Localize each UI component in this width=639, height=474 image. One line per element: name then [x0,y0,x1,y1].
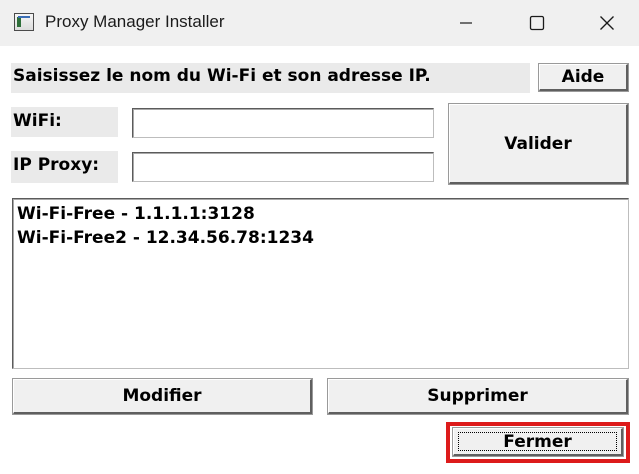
list-item[interactable]: Wi-Fi-Free - 1.1.1.1:3128 [17,202,624,226]
modifier-button[interactable]: Modifier [13,379,312,414]
minimize-button[interactable] [443,0,489,46]
aide-button[interactable]: Aide [539,64,628,91]
close-icon [600,16,614,30]
ip-proxy-label: IP Proxy: [11,151,118,183]
ip-proxy-input[interactable] [132,152,434,182]
fermer-button-label: Fermer [503,431,572,452]
wifi-label: WiFi: [11,107,118,137]
valider-button[interactable]: Valider [449,104,628,184]
maximize-icon [529,15,545,31]
fermer-button[interactable]: Fermer [453,428,623,456]
maximize-button[interactable] [514,0,560,46]
supprimer-button[interactable]: Supprimer [328,379,628,414]
list-item[interactable]: Wi-Fi-Free2 - 12.34.56.78:1234 [17,226,624,250]
proxy-manager-window: Proxy Manager Installer Saisissez le nom… [0,0,639,474]
instruction-label: Saisissez le nom du Wi-Fi et son adresse… [11,63,530,93]
close-button[interactable] [584,0,630,46]
wifi-input[interactable] [132,108,434,138]
title-bar[interactable]: Proxy Manager Installer [0,0,639,46]
proxy-listbox[interactable]: Wi-Fi-Free - 1.1.1.1:3128 Wi-Fi-Free2 - … [12,198,629,369]
minimize-icon [460,22,472,24]
window-title: Proxy Manager Installer [45,12,225,31]
app-window-icon [14,13,34,31]
